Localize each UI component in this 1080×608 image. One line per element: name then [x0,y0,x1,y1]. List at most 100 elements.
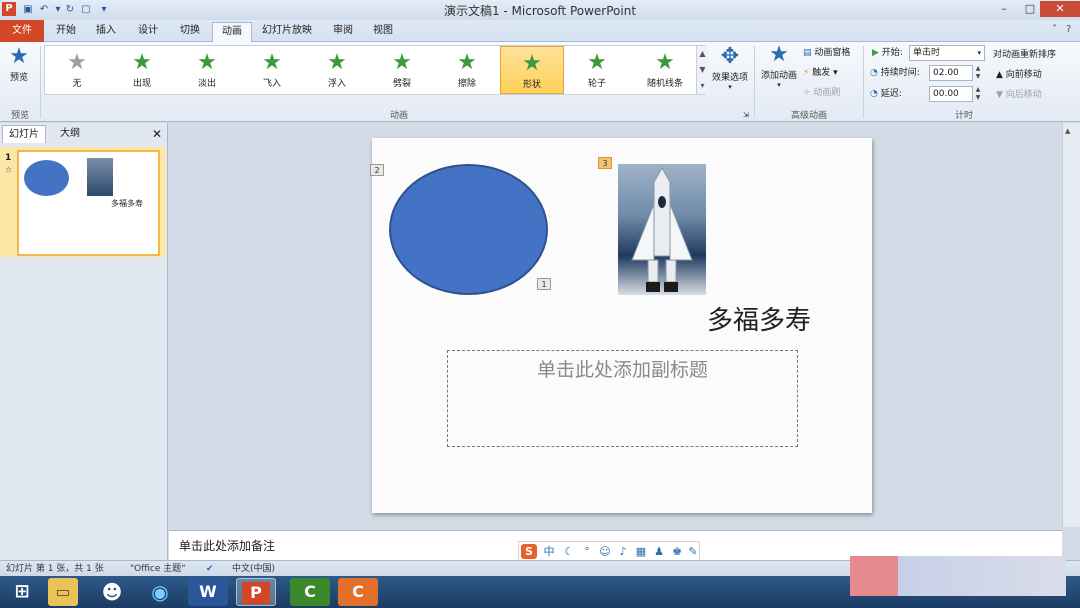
file-explorer-icon[interactable]: ▭ [48,578,78,606]
shirt-icon[interactable]: ♚ [669,544,685,559]
group-separator [40,46,41,118]
animation-float-in[interactable]: ★ 浮入 [305,46,369,94]
powerpoint-taskbar-label: P [242,582,270,604]
minimize-button[interactable]: – [992,1,1016,17]
duration-label-text: 持续时间: [880,68,920,78]
reorder-title: 对动画重新排序 [993,50,1057,60]
group-label-timing: 计时 [954,111,973,121]
punctuation-icon[interactable]: ° [579,544,595,559]
start-label: ▶ 开始: [872,46,903,60]
animation-label: 随机线条 [646,79,683,89]
add-animation-button[interactable]: ★ 添加动画 ▾ [758,42,800,89]
close-button[interactable]: ✕ [1040,1,1080,17]
gallery-scroll-down-icon[interactable]: ▼ [696,62,708,78]
slide-thumbnail-row[interactable]: 1 ☆ 多福多寿 [0,147,166,257]
duration-up-icon[interactable]: ▲ [974,65,982,72]
tab-design[interactable]: 设计 [130,22,166,42]
animation-pane-button[interactable]: ▤ 动画窗格 [803,46,850,60]
animation-order-tag[interactable]: 3 [598,157,612,169]
animation-order-tag[interactable]: 2 [370,164,384,176]
close-pane-icon[interactable]: ✕ [148,125,166,143]
motto-text[interactable]: 多福多寿 [707,300,811,337]
language[interactable]: 中文(中国) [232,562,275,576]
duration-input[interactable]: 02.00 [929,65,973,81]
delay-input[interactable]: 00.00 [929,86,973,102]
animation-wheel[interactable]: ★ 轮子 [565,46,629,94]
vertical-scrollbar[interactable]: ▲ [1062,123,1080,527]
ime-mode[interactable]: 中 [541,544,557,559]
star-icon: ★ [327,50,347,75]
animation-none[interactable]: ★ 无 [45,46,109,94]
tab-slides[interactable]: 幻灯片 [2,125,46,143]
slide-thumbnail[interactable]: 多福多寿 [17,150,160,256]
keyboard-icon[interactable]: ▦ [633,544,649,559]
chevron-down-icon: ▾ [833,68,838,78]
collapse-ribbon-icon[interactable]: ˄ [1052,24,1057,35]
delay-label: ◔ 延迟: [870,87,902,101]
microphone-icon[interactable]: ♪ [615,544,631,559]
qq-penguin-icon[interactable]: ☻ [92,578,132,606]
camtasia-recorder-icon[interactable]: C [290,578,330,606]
animation-label: 形状 [522,80,541,90]
animation-fade[interactable]: ★ 淡出 [175,46,239,94]
wrench-icon[interactable]: ✎ [685,544,701,559]
animation-pane-icon: ▤ [803,48,812,58]
ribbon-tab-row: 文件 开始 插入 设计 切换 动画 幻灯片放映 审阅 视图 ˄ ? [0,20,1080,42]
delay-up-icon[interactable]: ▲ [974,86,982,93]
star-icon: ★ [655,50,675,75]
ellipse-shape[interactable] [389,164,548,295]
clock-icon: ◔ [870,68,878,78]
gallery-more-icon[interactable]: ▾ [696,78,708,94]
move-earlier-button[interactable]: ▲ 向前移动 [996,68,1042,82]
help-icon[interactable]: ? [1066,24,1071,35]
star-icon: ★ [67,50,87,75]
trigger-button[interactable]: ⚡ 触发 ▾ [803,66,838,80]
animation-split[interactable]: ★ 劈裂 [370,46,434,94]
sogou-logo-icon[interactable]: S [521,544,537,559]
gallery-scroll-up-icon[interactable]: ▲ [696,46,708,62]
scroll-up-icon[interactable]: ▲ [1065,127,1070,135]
tab-review[interactable]: 审阅 [326,22,360,42]
tab-slideshow[interactable]: 幻灯片放映 [258,22,316,42]
animation-shape[interactable]: ★ 形状 [500,46,564,94]
tab-insert[interactable]: 插入 [88,22,124,42]
tab-transitions[interactable]: 切换 [172,22,208,42]
tab-file[interactable]: 文件 [0,20,44,42]
powerpoint-icon[interactable]: P [236,578,276,606]
slide-canvas[interactable]: 2 1 3 多福多寿 单击此处添加副标题 [370,138,872,513]
browser-icon[interactable]: ◉ [140,578,180,606]
animation-pane-label: 动画窗格 [814,48,851,58]
word-icon[interactable]: W [188,578,228,606]
user-icon[interactable]: ♟ [651,544,667,559]
video-overlay-block [850,556,898,596]
animation-fly-in[interactable]: ★ 飞入 [240,46,304,94]
animation-wipe[interactable]: ★ 擦除 [435,46,499,94]
animation-appear[interactable]: ★ 出现 [110,46,174,94]
duration-label: ◔ 持续时间: [870,66,920,80]
ime-toolbar[interactable]: S 中 ☾ ° ☺ ♪ ▦ ♟ ♚ ✎ [518,541,700,561]
preview-button[interactable]: ★ 预览 [4,44,34,83]
duration-down-icon[interactable]: ▼ [974,73,982,80]
dialog-launcher-icon[interactable]: ⇲ [743,108,749,122]
tab-animations[interactable]: 动画 [212,22,252,42]
move-later-button[interactable]: ▼ 向后移动 [996,88,1042,102]
animation-painter-button[interactable]: ✧ 动画刷 [803,86,840,100]
smiley-icon[interactable]: ☺ [597,544,613,559]
camtasia-studio-icon[interactable]: C [338,578,378,606]
thumbnail-ellipse [24,160,69,196]
animation-random-bars[interactable]: ★ 随机线条 [630,46,700,94]
subtitle-placeholder-text: 单击此处添加副标题 [536,359,708,381]
windows-start-icon[interactable]: ⊞ [2,578,42,606]
maximize-button[interactable]: □ [1018,1,1042,17]
animation-order-tag[interactable]: 1 [537,278,551,290]
tab-home[interactable]: 开始 [48,22,84,42]
subtitle-placeholder[interactable]: 单击此处添加副标题 [447,350,798,447]
effect-options-button[interactable]: ✥ 效果选项 ▾ [710,44,750,91]
tab-view[interactable]: 视图 [366,22,400,42]
spellcheck-icon[interactable]: ✔ [206,562,214,576]
start-select[interactable]: 单击时 ▾ [909,45,985,61]
rocket-image[interactable] [618,164,706,295]
tab-outline[interactable]: 大纲 [50,125,90,143]
moon-icon[interactable]: ☾ [561,544,577,559]
delay-down-icon[interactable]: ▼ [974,94,982,101]
